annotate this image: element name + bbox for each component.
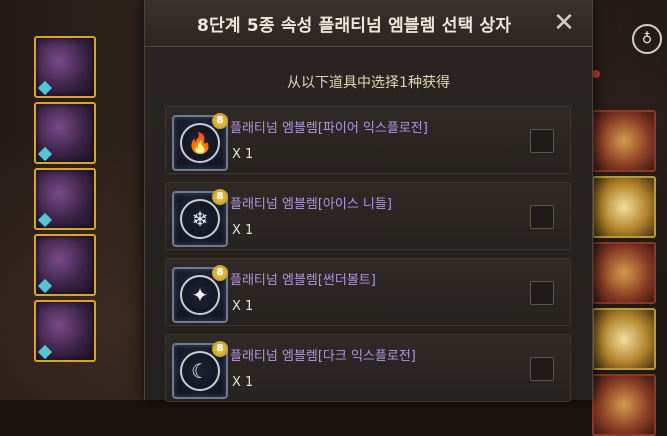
list-item[interactable]: ❄ 8 플래티넘 엠블렘[아이스 니들] X 1 — [165, 182, 571, 250]
item-quantity: X 1 — [232, 375, 254, 390]
gem-icon — [37, 212, 53, 228]
item-name: 플래티넘 엠블렘[파이어 익스플로전] — [230, 121, 428, 136]
inventory-slot[interactable] — [592, 110, 656, 172]
gem-icon — [37, 146, 53, 162]
dialog-title: 8단계 5종 속성 플래티넘 엠블렘 선택 상자 — [197, 16, 512, 36]
dark-emblem-icon: ☾ — [180, 351, 220, 391]
gem-icon — [37, 344, 53, 360]
notification-dot — [592, 70, 600, 78]
dialog-header: 8단계 5종 속성 플래티넘 엠블렘 선택 상자 ✕ — [145, 0, 592, 47]
inventory-slot[interactable] — [34, 36, 96, 98]
inventory-slot[interactable] — [34, 234, 96, 296]
item-quantity: X 1 — [232, 147, 254, 162]
item-icon-frame: ☾ 8 — [172, 341, 228, 399]
select-checkbox[interactable] — [530, 129, 554, 153]
list-item[interactable]: 🔥 8 플래티넘 엠블렘[파이어 익스플로전] X 1 — [165, 106, 571, 174]
potion-icon[interactable]: ♁ — [632, 24, 662, 54]
list-item[interactable]: ✦ 8 플래티넘 엠블렘[썬더볼트] X 1 — [165, 258, 571, 326]
list-item[interactable]: ☾ 8 플래티넘 엠블렘[다크 익스플로전] X 1 — [165, 334, 571, 402]
inventory-slot[interactable] — [592, 308, 656, 370]
level-badge: 8 — [212, 189, 228, 205]
level-badge: 8 — [212, 265, 228, 281]
inventory-slot[interactable] — [34, 102, 96, 164]
item-icon-frame: ✦ 8 — [172, 265, 228, 323]
inventory-slot[interactable] — [592, 374, 656, 436]
item-name: 플래티넘 엠블렘[썬더볼트] — [230, 273, 376, 288]
item-icon-frame: 🔥 8 — [172, 113, 228, 171]
item-name: 플래티넘 엠블렘[아이스 니들] — [230, 197, 392, 212]
item-quantity: X 1 — [232, 223, 254, 238]
select-checkbox[interactable] — [530, 357, 554, 381]
level-badge: 8 — [212, 341, 228, 357]
fire-emblem-icon: 🔥 — [180, 123, 220, 163]
item-quantity: X 1 — [232, 299, 254, 314]
inventory-slot[interactable] — [34, 168, 96, 230]
gem-icon — [37, 278, 53, 294]
inventory-slot[interactable] — [592, 242, 656, 304]
gem-icon — [37, 80, 53, 96]
dialog-instruction: 从以下道具中选择1种获得 — [287, 75, 450, 91]
inventory-slot[interactable] — [34, 300, 96, 362]
select-checkbox[interactable] — [530, 281, 554, 305]
close-button[interactable]: ✕ — [549, 8, 579, 38]
thunder-emblem-icon: ✦ — [180, 275, 220, 315]
item-name: 플래티넘 엠블렘[다크 익스플로전] — [230, 349, 416, 364]
select-checkbox[interactable] — [530, 205, 554, 229]
ice-emblem-icon: ❄ — [180, 199, 220, 239]
item-icon-frame: ❄ 8 — [172, 189, 228, 247]
selection-box-dialog: 8단계 5종 속성 플래티넘 엠블렘 선택 상자 ✕ 从以下道具中选择1种获得 … — [144, 0, 593, 402]
level-badge: 8 — [212, 113, 228, 129]
inventory-slot[interactable] — [592, 176, 656, 238]
